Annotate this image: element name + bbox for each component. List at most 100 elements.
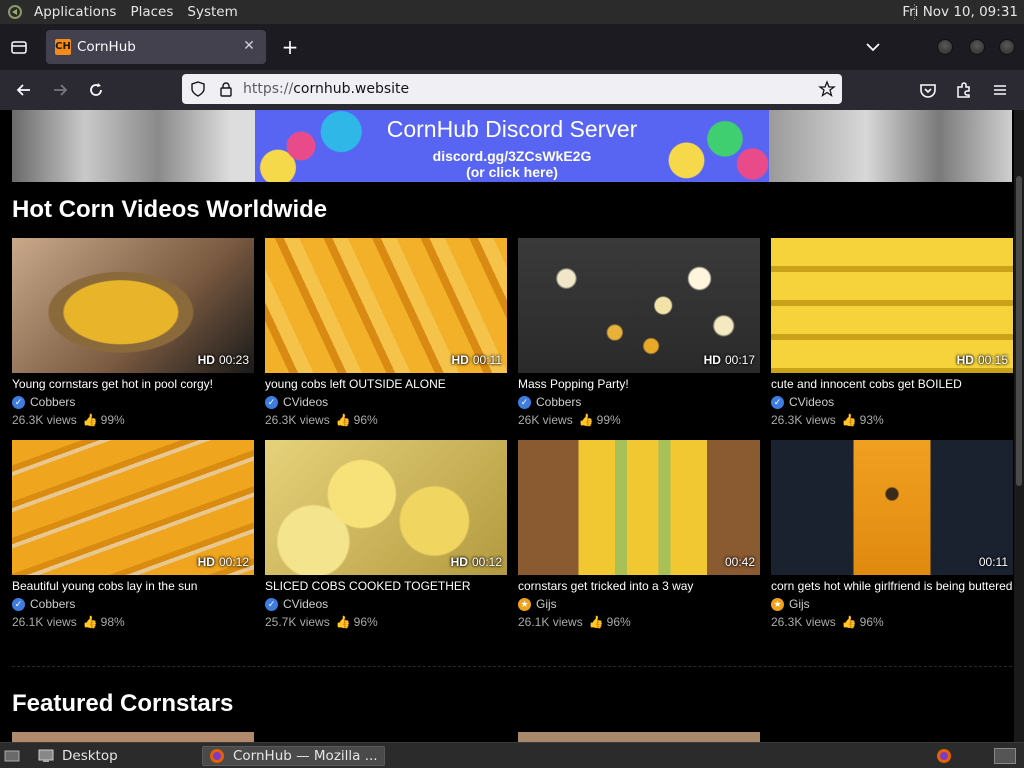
bottom-taskbar: Desktop CornHub — Mozilla ... (0, 742, 1024, 768)
video-thumbnail[interactable]: HD 00:11 (265, 238, 507, 373)
video-stats: 26.1K views 👍 96% (518, 615, 631, 629)
discord-banner[interactable]: CornHub Discord Server discord.gg/3ZCsWk… (12, 110, 1012, 182)
video-title[interactable]: cornstars get tricked into a 3 way (518, 577, 760, 595)
video-card[interactable]: HD 00:12 SLICED COBS COOKED TOGETHER ✓ CVi… (265, 440, 507, 631)
video-title[interactable]: Young cornstars get hot in pool corgy! (12, 375, 254, 393)
cornstar-thumbnail[interactable] (518, 732, 760, 742)
tracking-protection-shield-icon[interactable] (190, 81, 206, 97)
maximize-window-icon[interactable] (969, 39, 985, 55)
banner-discord-panel[interactable]: CornHub Discord Server discord.gg/3ZCsWk… (255, 110, 769, 182)
video-title[interactable]: corn gets hot while girlfriend is being … (771, 577, 1013, 595)
video-title[interactable]: young cobs left OUTSIDE ALONE (265, 375, 507, 393)
firefox-tray-icon (937, 749, 951, 763)
show-desktop-button[interactable] (4, 746, 28, 766)
video-card[interactable]: HD 00:23 Young cornstars get hot in pool … (12, 238, 254, 429)
minimize-window-icon[interactable] (937, 39, 953, 55)
pocket-icon[interactable] (918, 80, 938, 100)
video-title[interactable]: Mass Popping Party! (518, 375, 760, 393)
lock-icon[interactable] (218, 81, 234, 97)
scrollbar-thumb[interactable] (1016, 176, 1022, 486)
duration-badge: HD 00:12 (197, 555, 249, 569)
page-content: CornHub Discord Server discord.gg/3ZCsWk… (0, 110, 1014, 742)
video-title[interactable]: cute and innocent cobs get BOILED (771, 375, 1013, 393)
menu-applications[interactable]: Applications (34, 4, 116, 20)
close-window-icon[interactable] (999, 39, 1015, 55)
duration-badge: HD 00:12 (450, 555, 502, 569)
thumbs-up-icon: 👍 (335, 615, 351, 629)
menu-system[interactable]: System (187, 4, 237, 20)
taskbar-desktop[interactable]: Desktop (38, 746, 118, 766)
page-scrollbar[interactable] (1014, 110, 1024, 742)
duration-badge: HD 00:15 (956, 353, 1008, 367)
section-title-featured: Featured Cornstars (12, 690, 234, 717)
cornstar-thumbnail[interactable] (12, 732, 254, 742)
url-bar[interactable]: https://cornhub.website (182, 74, 842, 104)
video-thumbnail[interactable]: HD 00:12 (12, 440, 254, 575)
section-title-hot: Hot Corn Videos Worldwide (12, 196, 328, 223)
channel-row[interactable]: ★ Gijs (771, 595, 1013, 613)
verified-badge-icon: ✓ (265, 597, 278, 611)
tray-firefox[interactable] (936, 746, 960, 766)
video-stats: 26.3K views 👍 93% (771, 413, 884, 427)
thumbs-up-icon: 👍 (578, 413, 594, 427)
verified-badge-icon: ✓ (265, 395, 278, 409)
show-desktop-icon (4, 750, 20, 762)
video-thumbnail[interactable]: HD 00:23 (12, 238, 254, 373)
video-card[interactable]: 00:42 cornstars get tricked into a 3 way… (518, 440, 760, 631)
video-card[interactable]: HD 00:15 cute and innocent cobs get BOILE… (771, 238, 1013, 429)
video-title[interactable]: SLICED COBS COOKED TOGETHER (265, 577, 507, 595)
bookmark-star-icon[interactable] (818, 80, 836, 98)
video-card[interactable]: HD 00:17 Mass Popping Party! ✓ Cobbers 26K… (518, 238, 760, 429)
url-text[interactable]: https://cornhub.website (243, 81, 409, 97)
close-tab-icon[interactable]: ✕ (240, 37, 258, 55)
extensions-puzzle-icon[interactable] (954, 80, 974, 100)
video-thumbnail[interactable]: 00:11 (771, 440, 1013, 575)
forward-icon[interactable] (50, 80, 70, 100)
channel-row[interactable]: ✓ Cobbers (12, 595, 254, 613)
section-divider (12, 666, 1012, 667)
model-badge-icon: ★ (771, 597, 784, 611)
banner-title: CornHub Discord Server (386, 116, 638, 142)
video-stats: 26.3K views 👍 96% (265, 413, 378, 427)
channel-row[interactable]: ✓ CVideos (771, 393, 1013, 411)
video-card[interactable]: HD 00:12 Beautiful young cobs lay in the … (12, 440, 254, 631)
video-title[interactable]: Beautiful young cobs lay in the sun (12, 577, 254, 595)
reload-icon[interactable] (86, 80, 106, 100)
video-card[interactable]: 00:11 corn gets hot while girlfriend is … (771, 440, 1013, 631)
video-thumbnail[interactable]: HD 00:12 (265, 440, 507, 575)
channel-row[interactable]: ✓ CVideos (265, 595, 507, 613)
duration-badge: 00:11 (978, 555, 1008, 569)
panel-clock[interactable]: Fri Nov 10, 09:31 (902, 4, 1018, 20)
channel-row[interactable]: ✓ Cobbers (12, 393, 254, 411)
gnome-foot-icon[interactable] (6, 4, 26, 20)
video-thumbnail[interactable]: HD 00:15 (771, 238, 1013, 373)
video-thumbnail[interactable]: 00:42 (518, 440, 760, 575)
taskbar-firefox-window[interactable]: CornHub — Mozilla ... (202, 746, 385, 766)
workspace-switcher[interactable] (994, 746, 1016, 766)
video-thumbnail[interactable]: HD 00:17 (518, 238, 760, 373)
hamburger-menu-icon[interactable] (990, 80, 1010, 100)
duration-badge: HD 00:23 (197, 353, 249, 367)
back-icon[interactable] (14, 80, 34, 100)
model-badge-icon: ★ (518, 597, 531, 611)
list-all-tabs-icon[interactable] (10, 38, 28, 56)
channel-row[interactable]: ✓ Cobbers (518, 393, 760, 411)
thumbs-up-icon: 👍 (841, 413, 857, 427)
desktop-icon (38, 749, 54, 762)
thumbs-up-icon: 👍 (82, 413, 98, 427)
thumbs-up-icon: 👍 (335, 413, 351, 427)
new-tab-icon[interactable]: + (280, 37, 300, 58)
workspace-icon (994, 748, 1016, 764)
video-card[interactable]: HD 00:11 young cobs left OUTSIDE ALONE ✓ C… (265, 238, 507, 429)
verified-badge-icon: ✓ (518, 395, 531, 409)
menu-places[interactable]: Places (130, 4, 173, 20)
video-stats: 26.1K views 👍 98% (12, 615, 125, 629)
tab-cornhub[interactable]: CH CornHub ✕ (46, 30, 266, 64)
firefox-icon (210, 749, 224, 763)
duration-badge: HD 00:11 (451, 353, 502, 367)
banner-click-here[interactable]: (or click here) (255, 164, 769, 180)
chevron-down-icon[interactable] (864, 38, 882, 56)
channel-row[interactable]: ★ Gijs (518, 595, 760, 613)
banner-right-image (769, 110, 1012, 182)
channel-row[interactable]: ✓ CVideos (265, 393, 507, 411)
